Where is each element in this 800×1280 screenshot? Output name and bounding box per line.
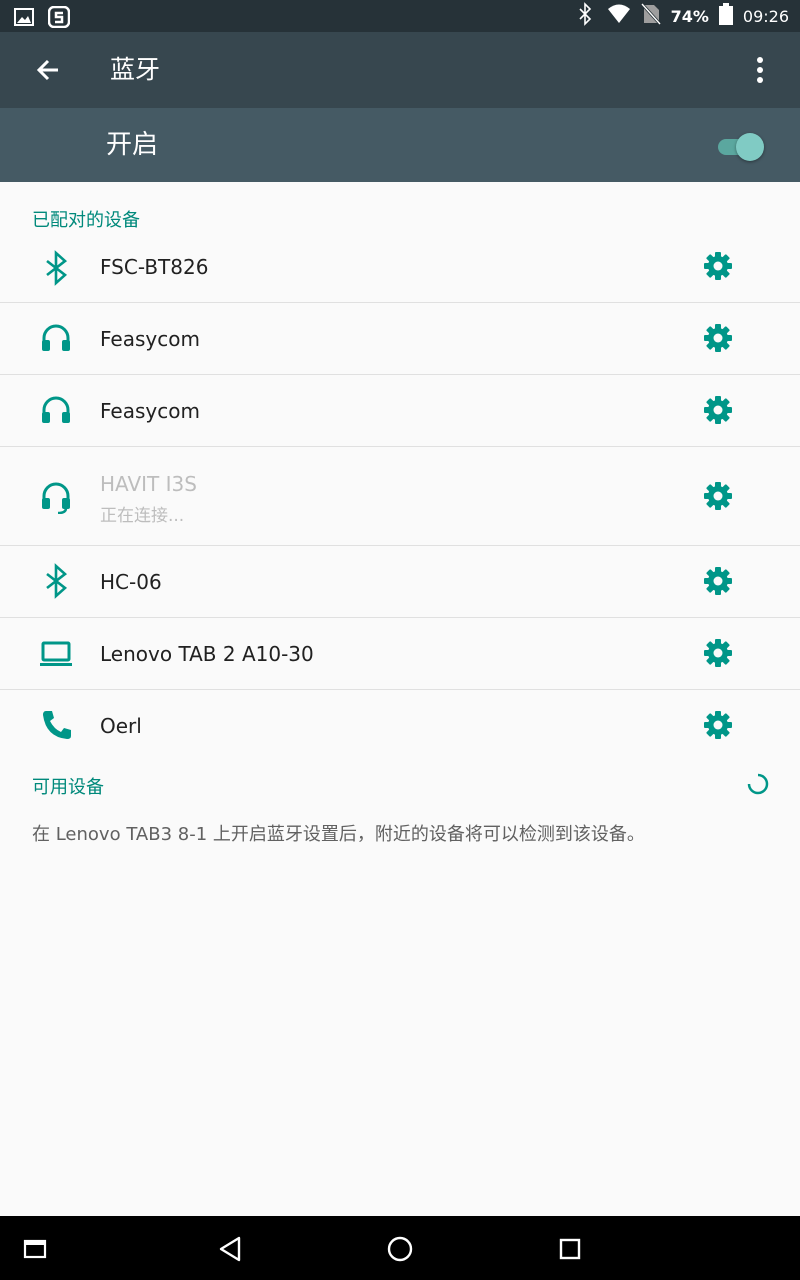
- device-name: Oerl: [100, 714, 142, 738]
- paired-section-header: 已配对的设备: [32, 210, 140, 231]
- battery-icon: [718, 3, 733, 29]
- device-name: FSC-BT826: [100, 255, 209, 279]
- device-row-fsc-bt826[interactable]: FSC-BT826: [0, 232, 800, 303]
- back-triangle-icon[interactable]: [213, 1232, 247, 1266]
- battery-percent: 74%: [670, 6, 709, 26]
- image-icon: [14, 8, 34, 30]
- gear-icon[interactable]: [700, 320, 736, 356]
- home-circle-icon[interactable]: [383, 1232, 417, 1266]
- bluetooth-switch-bar[interactable]: 开启: [0, 108, 800, 182]
- laptop-icon: [38, 635, 74, 671]
- device-name: HC-06: [100, 570, 162, 594]
- device-name: Lenovo TAB 2 A10-30: [100, 642, 314, 666]
- device-row-havit-i3s[interactable]: HAVIT I3S 正在连接...: [0, 447, 800, 546]
- device-row-oerl[interactable]: Oerl: [0, 690, 800, 761]
- page-title: 蓝牙: [110, 55, 161, 84]
- bluetooth-icon: [38, 250, 74, 286]
- device-name: HAVIT I3S: [100, 472, 197, 496]
- gear-icon[interactable]: [700, 563, 736, 599]
- gear-icon[interactable]: [700, 478, 736, 514]
- bluetooth-icon: [573, 2, 597, 30]
- gear-icon[interactable]: [700, 392, 736, 428]
- device-row-feasycom-2[interactable]: Feasycom: [0, 375, 800, 447]
- overview-square-icon[interactable]: [553, 1232, 587, 1266]
- status-bar: 74% 09:26: [0, 0, 800, 32]
- wifi-icon: [607, 3, 631, 29]
- headset-mic-icon: [38, 478, 74, 515]
- app-bar: 蓝牙: [0, 32, 800, 108]
- device-row-hc-06[interactable]: HC-06: [0, 546, 800, 618]
- no-sim-icon: [640, 2, 661, 29]
- headphones-icon: [38, 392, 74, 428]
- nav-bar: [0, 1216, 800, 1280]
- headphones-icon: [38, 320, 74, 356]
- clock: 09:26: [742, 6, 789, 26]
- scanning-spinner-icon: [744, 770, 772, 798]
- more-vert-icon[interactable]: [742, 52, 778, 88]
- bluetooth-icon: [38, 563, 74, 599]
- bluetooth-toggle[interactable]: [716, 131, 768, 161]
- recents-window-icon[interactable]: [18, 1232, 52, 1266]
- device-name: Feasycom: [100, 327, 200, 351]
- arrow-back-icon[interactable]: [30, 52, 66, 88]
- phone-icon: [38, 707, 74, 743]
- gear-icon[interactable]: [700, 635, 736, 671]
- gear-icon[interactable]: [700, 248, 736, 284]
- device-row-lenovo-tab2[interactable]: Lenovo TAB 2 A10-30: [0, 618, 800, 690]
- device-row-feasycom-1[interactable]: Feasycom: [0, 303, 800, 375]
- discovery-hint: 在 Lenovo TAB3 8-1 上开启蓝牙设置后，附近的设备将可以检测到该设…: [32, 824, 645, 845]
- available-section-header: 可用设备: [32, 777, 104, 798]
- device-name: Feasycom: [100, 399, 200, 423]
- gear-icon[interactable]: [700, 707, 736, 743]
- toggle-thumb: [736, 133, 764, 161]
- switch-label: 开启: [106, 130, 159, 160]
- device-status: 正在连接...: [100, 506, 185, 526]
- s-app-icon: [47, 5, 71, 32]
